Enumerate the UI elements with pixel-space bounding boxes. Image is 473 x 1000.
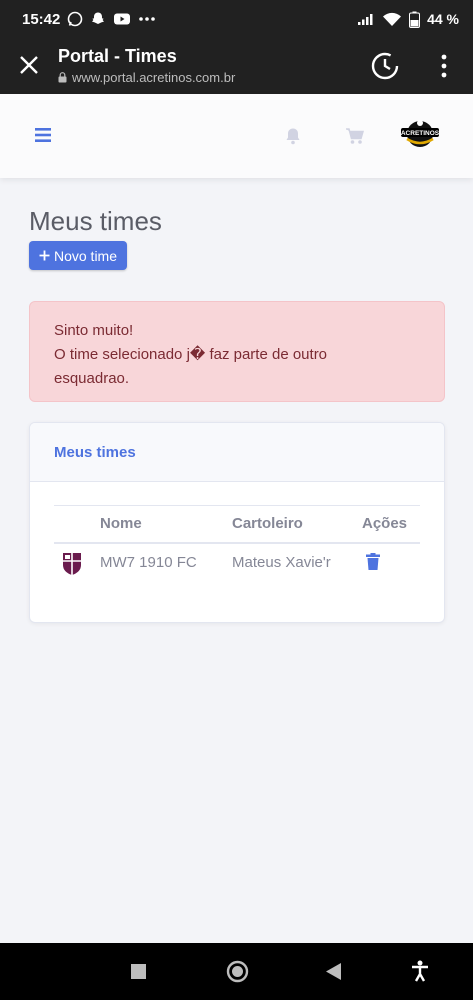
snapchat-icon bbox=[92, 12, 105, 24]
whatsapp-icon bbox=[68, 11, 83, 27]
teams-table: Nome Cartoleiro Ações MW7 1910 FC Mateus… bbox=[54, 505, 420, 582]
alert-line-2: O time selecionado j� faz parte de outro bbox=[54, 346, 328, 363]
browser-app-bar: Portal - Times www.portal.acretinos.com.… bbox=[0, 38, 473, 94]
trash-icon[interactable] bbox=[366, 553, 380, 570]
youtube-icon bbox=[114, 13, 131, 25]
browser-title: Portal - Times bbox=[58, 46, 177, 66]
hamburger-icon[interactable] bbox=[35, 128, 51, 142]
back-triangle-icon[interactable] bbox=[326, 963, 341, 980]
svg-text:ACRETINOS: ACRETINOS bbox=[401, 130, 440, 137]
team-owner: Mateus Xavie'r bbox=[232, 554, 331, 571]
plus-icon bbox=[39, 250, 50, 261]
teams-card: Meus times Nome Cartoleiro Ações MW7 191… bbox=[29, 422, 445, 623]
clock: 15:42 bbox=[22, 10, 61, 28]
battery-percent: 44 % bbox=[427, 11, 459, 27]
browser-url[interactable]: www.portal.acretinos.com.br bbox=[58, 70, 235, 85]
team-name[interactable]: MW7 1910 FC bbox=[100, 554, 197, 571]
new-team-button-label: Novo time bbox=[53, 247, 118, 264]
close-icon[interactable] bbox=[18, 54, 40, 76]
url-text: www.portal.acretinos.com.br bbox=[72, 70, 236, 85]
page-title: Meus times bbox=[29, 206, 162, 236]
column-header-owner: Cartoleiro bbox=[232, 515, 303, 532]
site-header: ACRETINOS bbox=[0, 94, 473, 178]
signal-icon bbox=[358, 14, 373, 25]
android-nav-bar bbox=[0, 943, 473, 1000]
cart-icon[interactable] bbox=[345, 127, 365, 145]
more-dots-icon bbox=[139, 17, 156, 21]
home-circle-icon[interactable] bbox=[226, 960, 249, 983]
alert-line-1: Sinto muito! bbox=[54, 322, 134, 339]
column-header-name: Nome bbox=[100, 515, 142, 532]
wifi-icon bbox=[383, 12, 402, 26]
accessibility-icon[interactable] bbox=[410, 960, 430, 982]
alert-line-3: esquadrao. bbox=[54, 370, 130, 387]
team-shield-icon bbox=[63, 553, 81, 575]
recents-square-icon[interactable] bbox=[131, 964, 146, 979]
bell-icon[interactable] bbox=[284, 127, 302, 145]
battery-icon bbox=[409, 11, 421, 28]
card-header: Meus times bbox=[30, 423, 444, 482]
card-title: Meus times bbox=[54, 443, 136, 461]
status-bar: 15:42 44 % bbox=[0, 0, 473, 38]
acretinos-logo[interactable]: ACRETINOS bbox=[399, 116, 441, 152]
lock-icon bbox=[58, 72, 67, 83]
more-vert-icon[interactable] bbox=[432, 52, 456, 80]
column-header-actions: Ações bbox=[362, 515, 408, 532]
table-header: Nome Cartoleiro Ações bbox=[54, 505, 420, 544]
table-row: MW7 1910 FC Mateus Xavie'r bbox=[54, 544, 420, 582]
history-timer-icon[interactable] bbox=[369, 50, 401, 82]
error-alert: Sinto muito! O time selecionado j� faz p… bbox=[29, 301, 445, 402]
new-team-button[interactable]: Novo time bbox=[29, 241, 127, 270]
